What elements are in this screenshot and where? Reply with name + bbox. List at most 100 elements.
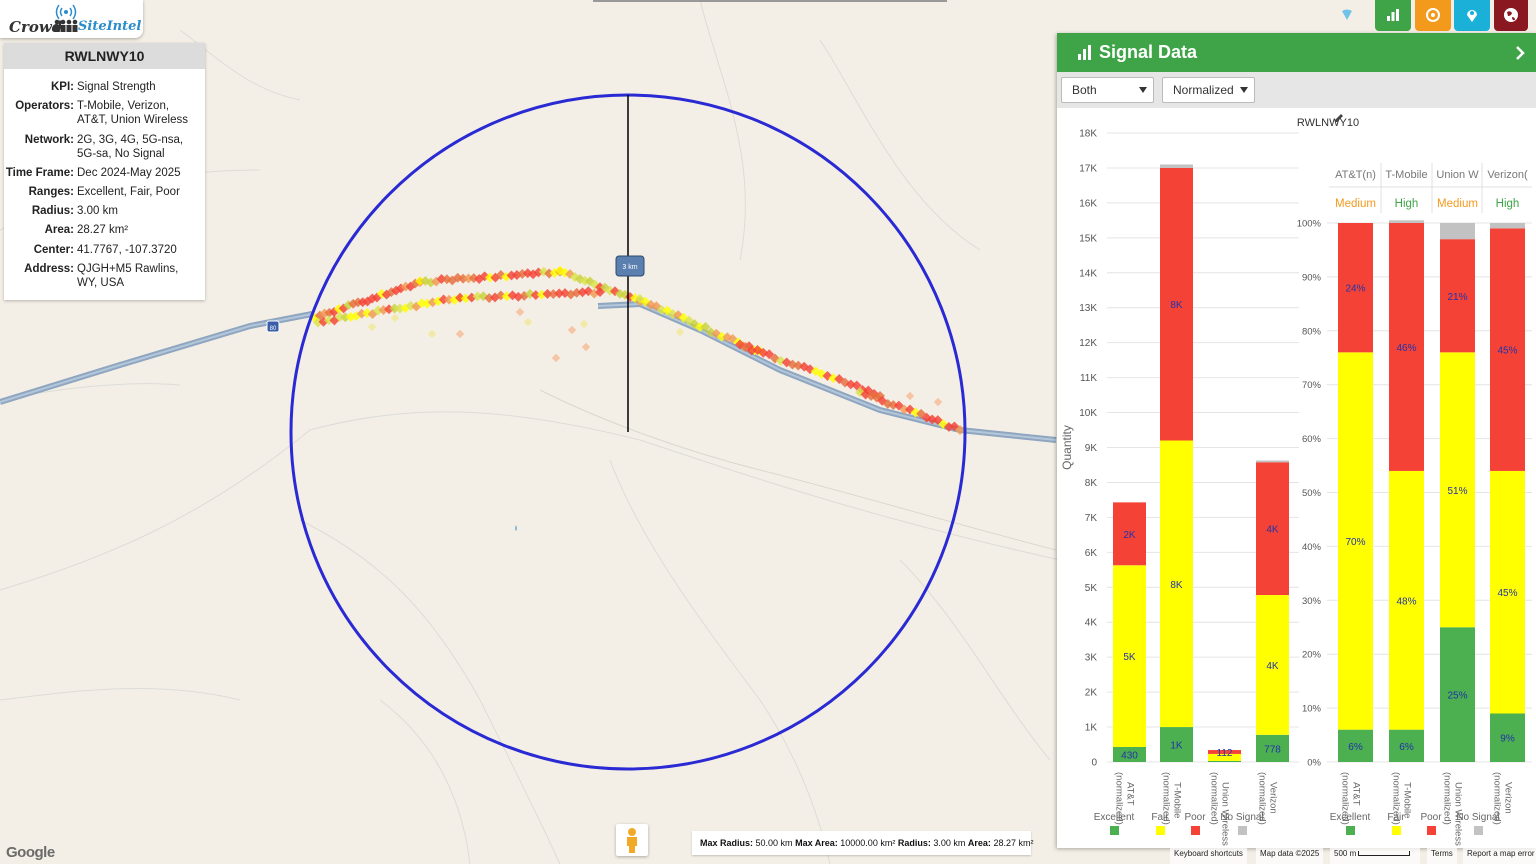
legend-swatch[interactable]: [1346, 826, 1355, 835]
chart2-y-tick: 50%: [1302, 488, 1322, 499]
chart1-y-tick: 16K: [1079, 198, 1097, 209]
map-scale-label: 500 m: [1334, 849, 1357, 858]
max-radius-value: 50.00 km: [755, 838, 793, 848]
chart1-y-tick: 11K: [1080, 373, 1097, 384]
mode-select[interactable]: Both: [1061, 77, 1154, 103]
chart1-y-tick: 15K: [1079, 233, 1097, 244]
site-name: RWLNWY10: [4, 43, 205, 69]
info-key: Area:: [44, 224, 74, 236]
chart1-y-tick: 12K: [1079, 338, 1097, 349]
chart1-data-label: 112: [1217, 748, 1233, 759]
street-view-pegman[interactable]: [616, 824, 648, 856]
google-logo[interactable]: Google: [6, 844, 55, 861]
chart1-y-tick: 18K: [1079, 129, 1097, 140]
chart2-x-label: AT&T: [1351, 782, 1362, 806]
info-value: Excellent, Fair, Poor: [77, 186, 180, 198]
info-value: 41.7767, -107.3720: [77, 244, 177, 256]
chart2-bar-no-signal[interactable]: [1389, 220, 1424, 223]
map-stats-bar: Max Radius: 50.00 km Max Area: 10000.00 …: [692, 831, 1034, 855]
chart1-y-tick: 3K: [1085, 653, 1098, 664]
chart2-data-label: 51%: [1447, 486, 1467, 497]
info-value: 28.27 km²: [77, 224, 129, 236]
bar-chart-icon: [1078, 45, 1091, 60]
info-value: QJGH+M5 Rawlins, WY, USA: [77, 263, 179, 289]
legend-label: No Signal: [1456, 812, 1499, 823]
chart2-data-label: 45%: [1497, 588, 1517, 599]
chart2-data-label: 24%: [1345, 284, 1365, 295]
legend-swatch[interactable]: [1474, 826, 1483, 835]
top-map-strip: [593, 0, 947, 2]
legend-swatch[interactable]: [1427, 826, 1436, 835]
radius-value: 3.00 km: [933, 838, 966, 848]
logo-word-siteintel: SiteIntel: [78, 19, 142, 34]
chart2-y-tick: 60%: [1302, 434, 1322, 445]
chart1-data-label: 4K: [1266, 525, 1279, 536]
target-button[interactable]: [1415, 0, 1451, 31]
chart-button[interactable]: [1375, 0, 1411, 31]
chart2-data-label: 6%: [1399, 742, 1414, 753]
chart2-header-name: AT&T(n): [1335, 169, 1376, 181]
report-map-error-link[interactable]: Report a map error: [1463, 847, 1536, 864]
chart1-y-tick: 1K: [1085, 723, 1098, 734]
scale-select[interactable]: Normalized: [1162, 77, 1255, 103]
terms-link[interactable]: Terms: [1427, 847, 1457, 864]
legend-swatch[interactable]: [1238, 826, 1247, 835]
chart1-data-label: 1K: [1170, 741, 1183, 752]
legend-label: Fair: [1151, 812, 1169, 823]
keyboard-shortcuts-link[interactable]: Keyboard shortcuts: [1170, 847, 1247, 864]
info-key: KPI:: [51, 81, 74, 93]
location-button[interactable]: [1454, 0, 1490, 31]
info-key: Time Frame:: [5, 167, 74, 179]
chart2-data-label: 48%: [1396, 596, 1416, 607]
drop-icon[interactable]: [1340, 8, 1354, 22]
area-value: 28.27 km²: [993, 838, 1034, 848]
chart1-bar-excellent[interactable]: [1208, 760, 1241, 762]
chart1-x-label: T-Mobile: [1172, 782, 1183, 818]
legend-swatch[interactable]: [1191, 826, 1200, 835]
chart1-bar-no-signal[interactable]: [1160, 164, 1193, 168]
chart1-data-label: 4K: [1266, 661, 1279, 672]
legend-swatch[interactable]: [1110, 826, 1119, 835]
chart1-bar-no-signal[interactable]: [1256, 460, 1289, 463]
chart2-y-tick: 20%: [1302, 650, 1322, 661]
chart1-data-label: 8K: [1170, 300, 1183, 311]
chart2-x-label-sub: (normalized): [1442, 772, 1453, 825]
info-value: Signal Strength: [77, 81, 156, 93]
legend-label: Excellent: [1094, 812, 1135, 823]
signal-controls: Both Normalized: [1057, 72, 1536, 108]
map-scale-bar: [1358, 851, 1411, 857]
legend-swatch[interactable]: [1156, 826, 1165, 835]
chart1-y-tick: 7K: [1085, 513, 1098, 524]
chart1-y-tick: 2K: [1085, 688, 1098, 699]
chart1-x-label: Verizon: [1268, 782, 1279, 814]
signal-panel-title: Signal Data: [1099, 42, 1198, 62]
target-icon: [1426, 8, 1440, 22]
chevron-down-icon: [1240, 87, 1248, 93]
chart2-y-tick: 90%: [1302, 272, 1322, 283]
chart1-data-label: 5K: [1123, 652, 1136, 663]
chart1-y-tick: 17K: [1079, 163, 1097, 174]
chart1-y-tick: 9K: [1085, 443, 1098, 454]
chart1-title: RWLNWY10: [1297, 117, 1359, 129]
chart2-bar-no-signal[interactable]: [1490, 223, 1525, 229]
chart1-y-label: Quantity: [1060, 425, 1074, 470]
chart2-y-tick: 30%: [1302, 596, 1322, 607]
chart2-data-label: 45%: [1497, 346, 1517, 357]
chart2-data-label: 6%: [1348, 742, 1363, 753]
legend-label: Poor: [1420, 812, 1442, 823]
globe-button[interactable]: [1494, 0, 1528, 31]
chart2-data-label: 21%: [1447, 292, 1467, 303]
map-scale[interactable]: 500 m: [1330, 847, 1420, 864]
chart2-data-label: 9%: [1500, 734, 1515, 745]
chart2-header-name: T-Mobile: [1385, 169, 1427, 181]
chart1-y-tick: 8K: [1085, 478, 1098, 489]
chart2-bar-no-signal[interactable]: [1440, 223, 1475, 240]
info-value: 2G, 3G, 4G, 5G-nsa, 5G-sa, No Signal: [77, 134, 184, 160]
scale-select-value: Normalized: [1173, 83, 1234, 97]
highway-shield-80: 80: [266, 320, 280, 333]
max-area-label: Max Area:: [795, 838, 838, 848]
chevron-right-icon[interactable]: [1514, 45, 1526, 61]
app-logo[interactable]: Crowd SiteIntel: [0, 0, 143, 38]
legend-swatch[interactable]: [1392, 826, 1401, 835]
chart2-y-tick: 80%: [1302, 326, 1322, 337]
